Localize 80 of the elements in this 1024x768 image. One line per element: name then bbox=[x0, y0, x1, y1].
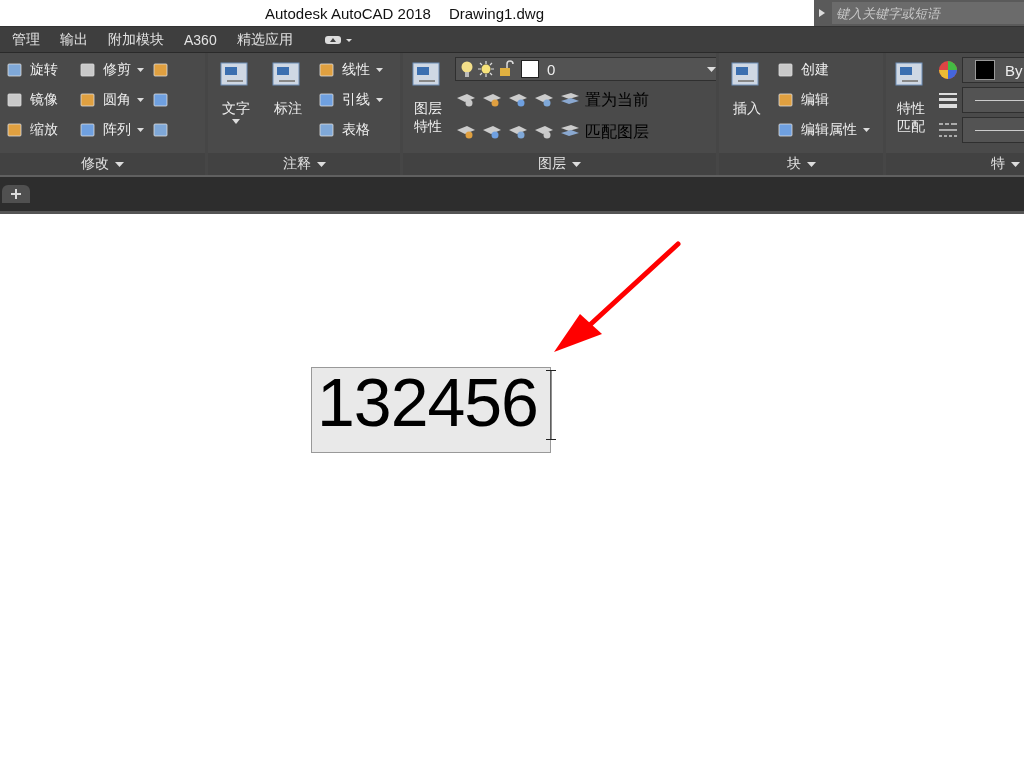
layer-tool-icon[interactable] bbox=[455, 123, 477, 141]
caret-icon[interactable] bbox=[376, 98, 383, 102]
large-tool-button[interactable]: 标注 bbox=[266, 57, 310, 153]
caret-icon bbox=[316, 161, 326, 167]
layer-tool-icon[interactable] bbox=[533, 123, 555, 141]
tool-button[interactable]: 编辑 bbox=[801, 91, 829, 109]
tool-button[interactable]: 编辑属性 bbox=[801, 121, 857, 139]
tool-icon[interactable] bbox=[152, 91, 170, 109]
minimize-ribbon-icon[interactable] bbox=[324, 34, 353, 45]
large-tool-button[interactable]: 图层特性 bbox=[409, 57, 447, 153]
app-title: Autodesk AutoCAD 2018 bbox=[265, 4, 431, 22]
ribbon-tab[interactable]: A360 bbox=[176, 31, 225, 48]
caret-icon[interactable] bbox=[818, 8, 826, 18]
caret-icon bbox=[1011, 161, 1020, 167]
tool-button[interactable]: 阵列 bbox=[103, 121, 131, 139]
caret-icon[interactable] bbox=[137, 98, 144, 102]
ribbon-tab[interactable]: 输出 bbox=[52, 30, 96, 49]
caret-icon bbox=[115, 161, 124, 167]
caret-icon[interactable] bbox=[137, 68, 144, 72]
tool-icon[interactable] bbox=[318, 121, 336, 139]
tool-button[interactable]: 引线 bbox=[342, 91, 370, 109]
tool-button[interactable]: 旋转 bbox=[30, 61, 58, 79]
tool-button[interactable]: 表格 bbox=[342, 121, 370, 139]
tool-icon[interactable] bbox=[777, 121, 795, 139]
tool-icon[interactable] bbox=[6, 91, 24, 109]
bulb-icon bbox=[460, 60, 474, 78]
tool-icon[interactable] bbox=[6, 61, 24, 79]
tool-icon[interactable] bbox=[777, 91, 795, 109]
layer-tool-icon[interactable] bbox=[455, 91, 477, 109]
large-tool-button[interactable]: 特性匹配 bbox=[892, 57, 930, 153]
panel-title-button[interactable]: 注释 bbox=[208, 153, 400, 175]
caret-icon bbox=[806, 161, 816, 167]
caret-icon[interactable] bbox=[863, 128, 870, 132]
tool-icon[interactable] bbox=[79, 91, 97, 109]
panel-title-button[interactable]: 特 bbox=[886, 153, 1024, 175]
tool-icon[interactable] bbox=[152, 121, 170, 139]
tool-icon[interactable] bbox=[318, 61, 336, 79]
large-tool-button[interactable]: 文字 bbox=[214, 57, 258, 153]
new-tab-button[interactable] bbox=[2, 185, 30, 203]
tool-icon[interactable] bbox=[6, 121, 24, 139]
color-swatch bbox=[975, 60, 995, 80]
color-wheel-icon[interactable] bbox=[938, 60, 958, 80]
search-field[interactable]: 键入关键字或短语 bbox=[814, 0, 1024, 26]
tool-icon[interactable] bbox=[152, 61, 170, 79]
panel-title-button[interactable]: 块 bbox=[719, 153, 883, 175]
ribbon-tab[interactable]: 管理 bbox=[4, 30, 48, 49]
layer-tool-icon[interactable] bbox=[507, 123, 529, 141]
color-dropdown[interactable]: By bbox=[962, 57, 1024, 83]
color-swatch bbox=[521, 60, 539, 78]
caret-icon[interactable] bbox=[137, 128, 144, 132]
layer-tool-icon[interactable] bbox=[481, 91, 503, 109]
layer-tool-icon[interactable] bbox=[533, 91, 555, 109]
caret-icon bbox=[572, 161, 581, 167]
tool-button[interactable]: 线性 bbox=[342, 61, 370, 79]
tool-button[interactable]: 缩放 bbox=[30, 121, 58, 139]
tool-icon[interactable] bbox=[777, 61, 795, 79]
text-cursor-icon bbox=[546, 370, 556, 440]
tool-icon[interactable] bbox=[79, 61, 97, 79]
tool-button[interactable]: 修剪 bbox=[103, 61, 131, 79]
caret-icon bbox=[707, 66, 716, 72]
tool-button[interactable]: 圆角 bbox=[103, 91, 131, 109]
file-name: Drawing1.dwg bbox=[448, 4, 544, 22]
large-tool-button[interactable]: 插入 bbox=[725, 57, 769, 153]
sun-icon bbox=[477, 60, 495, 78]
tool-button[interactable]: 创建 bbox=[801, 61, 829, 79]
layer-tool-icon[interactable] bbox=[507, 91, 529, 109]
tool-icon[interactable] bbox=[318, 91, 336, 109]
layer-tool-icon[interactable] bbox=[481, 123, 503, 141]
ribbon-tab[interactable]: 精选应用 bbox=[228, 30, 301, 49]
linetype-icon[interactable] bbox=[938, 120, 958, 140]
tool-button[interactable]: 镜像 bbox=[30, 91, 58, 109]
lock-icon bbox=[498, 60, 516, 78]
layer-dropdown[interactable]: 0 bbox=[455, 57, 716, 81]
ribbon-tab[interactable]: 附加模块 bbox=[100, 30, 172, 49]
tool-icon[interactable] bbox=[79, 121, 97, 139]
plus-icon bbox=[11, 189, 21, 199]
panel-title-button[interactable]: 图层 bbox=[403, 153, 716, 175]
caret-icon[interactable] bbox=[376, 68, 383, 72]
lineweight-icon[interactable] bbox=[938, 90, 958, 110]
panel-title-button[interactable]: 修改 bbox=[0, 153, 205, 175]
